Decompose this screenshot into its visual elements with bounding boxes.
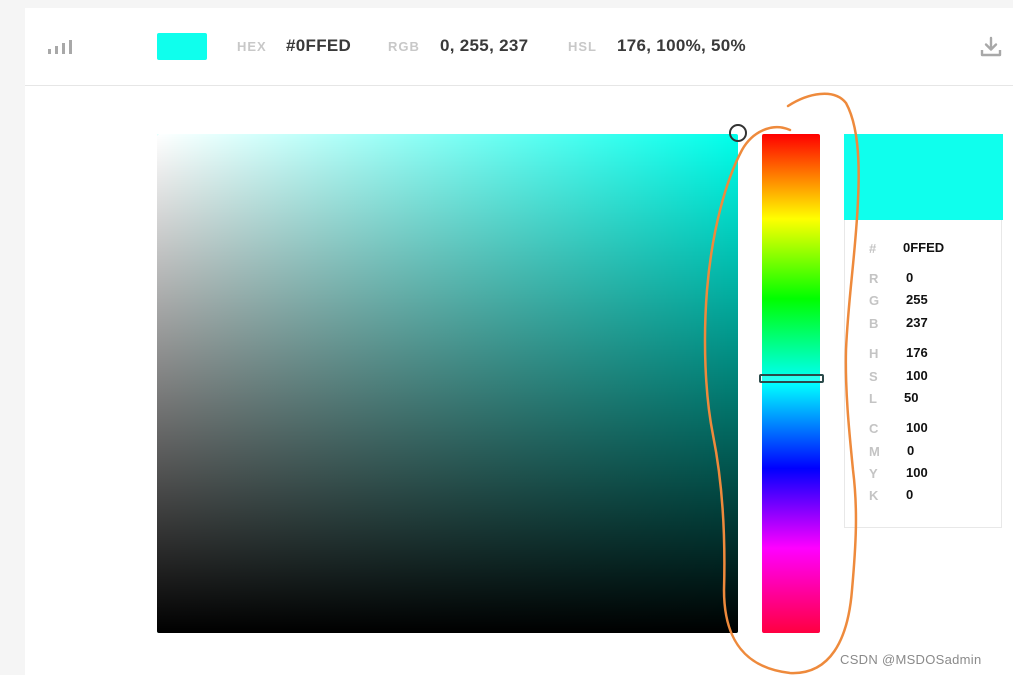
saturation-brightness-area[interactable] xyxy=(157,134,738,633)
hue-slider-handle[interactable] xyxy=(759,374,824,383)
saturation-brightness-handle[interactable] xyxy=(729,124,747,142)
r-label: R xyxy=(869,271,879,286)
b-field[interactable] xyxy=(906,315,966,330)
current-color-swatch[interactable] xyxy=(157,33,207,60)
hex-value[interactable]: #0FFED xyxy=(286,36,351,56)
s-field[interactable] xyxy=(906,368,966,383)
rgb-value[interactable]: 0, 255, 237 xyxy=(440,36,528,56)
watermark: CSDN @MSDOSadmin xyxy=(840,652,982,667)
s-label: S xyxy=(869,369,878,384)
hex-field[interactable] xyxy=(903,240,963,255)
y-field[interactable] xyxy=(906,465,966,480)
h-field[interactable] xyxy=(906,345,966,360)
g-label: G xyxy=(869,293,880,308)
b-label: B xyxy=(869,316,879,331)
download-icon[interactable] xyxy=(979,35,1003,59)
hsl-label: HSL xyxy=(568,39,597,54)
c-field[interactable] xyxy=(906,420,966,435)
color-preview xyxy=(844,134,1003,220)
signal-bars-icon[interactable] xyxy=(48,38,74,54)
h-label: H xyxy=(869,346,879,361)
k-label: K xyxy=(869,488,879,503)
l-field[interactable] xyxy=(904,390,964,405)
g-field[interactable] xyxy=(906,292,966,307)
hash-label: # xyxy=(869,241,877,256)
r-field[interactable] xyxy=(906,270,966,285)
rgb-label: RGB xyxy=(388,39,420,54)
hex-label: HEX xyxy=(237,39,267,54)
k-field[interactable] xyxy=(906,487,966,502)
m-field[interactable] xyxy=(907,443,967,458)
c-label: C xyxy=(869,421,879,436)
m-label: M xyxy=(869,444,880,459)
hsl-value[interactable]: 176, 100%, 50% xyxy=(617,36,746,56)
l-label: L xyxy=(869,391,877,406)
y-label: Y xyxy=(869,466,878,481)
hue-slider[interactable] xyxy=(762,134,820,633)
